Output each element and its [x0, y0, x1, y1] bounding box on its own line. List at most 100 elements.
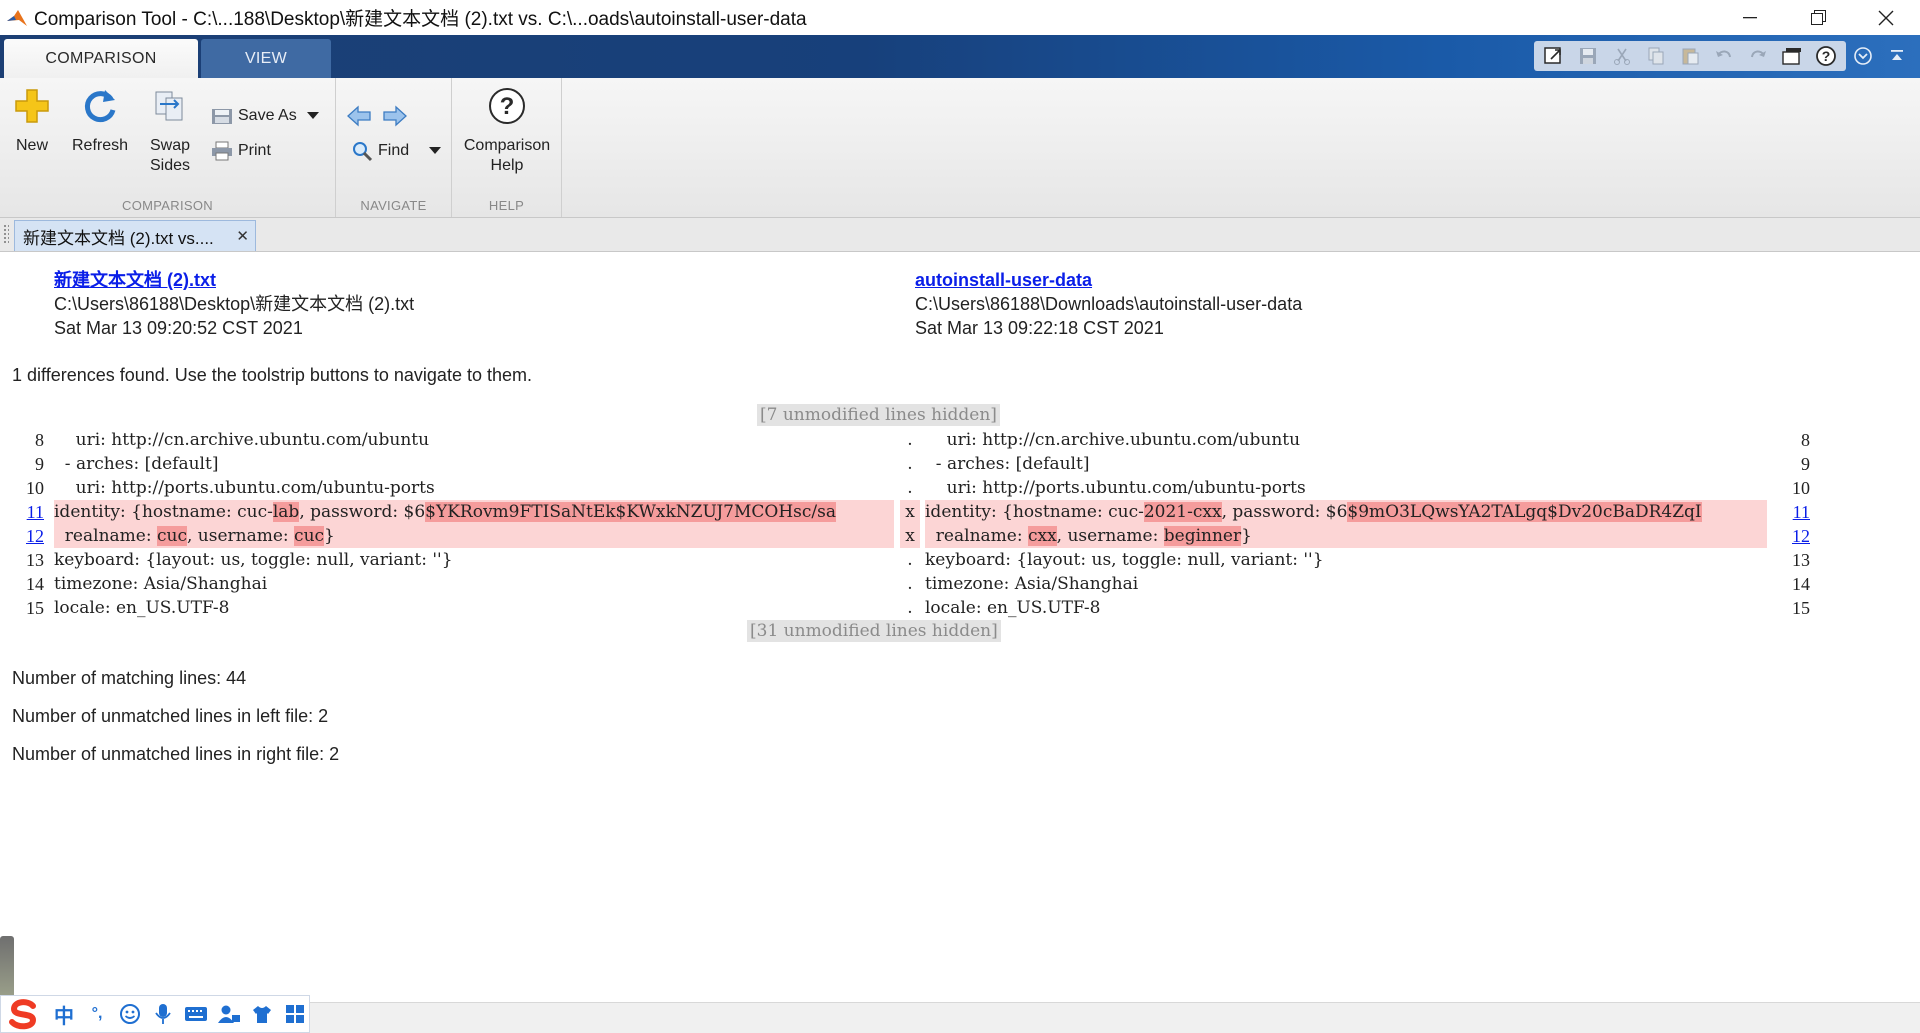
ribbon-toolstrip: New Refresh Swap Sides Save As Print COM…	[0, 78, 1920, 218]
qat-help-button[interactable]: ?	[1810, 43, 1842, 69]
qat-cut-button[interactable]	[1606, 43, 1638, 69]
drag-grip-icon[interactable]	[3, 224, 9, 244]
side-gauge	[0, 936, 14, 998]
previous-difference-button[interactable]	[346, 104, 372, 128]
ime-punctuation-toggle[interactable]: °,	[85, 1002, 109, 1026]
print-button[interactable]: Print	[210, 140, 271, 162]
left-line-number: 8	[35, 430, 44, 450]
cut-icon	[1614, 48, 1630, 65]
diff-row: 15 locale: en_US.UTF-8 . locale: en_US.U…	[0, 596, 1920, 620]
hidden-lines-top[interactable]: [7 unmodified lines hidden]	[757, 404, 1000, 426]
tab-view[interactable]: VIEW	[201, 39, 331, 78]
quick-access-toolbar: ?	[1534, 41, 1914, 71]
tab-comparison[interactable]: COMPARISON	[4, 39, 198, 78]
close-tab-icon[interactable]: ✕	[236, 227, 249, 245]
save-as-icon	[212, 109, 232, 124]
save-as-button[interactable]: Save As	[210, 105, 319, 127]
dock-icon	[1544, 47, 1561, 64]
refresh-label: Refresh	[71, 137, 129, 154]
changed-segment: cuc	[294, 526, 325, 546]
changed-segment: beginner	[1163, 526, 1242, 546]
ime-language-toggle[interactable]: 中	[52, 1002, 76, 1028]
left-file-link[interactable]: 新建文本文档 (2).txt	[54, 270, 216, 290]
ime-toolbar: 中 °,	[0, 995, 310, 1033]
plus-icon	[15, 89, 49, 123]
new-button[interactable]: New	[6, 84, 58, 156]
qat-redo-button[interactable]	[1742, 43, 1774, 69]
differences-summary: 1 differences found. Use the toolstrip b…	[12, 365, 532, 385]
qat-switch-windows-button[interactable]	[1776, 43, 1808, 69]
left-line-text: keyboard: {layout: us, toggle: null, var…	[54, 550, 453, 570]
arrow-left-icon	[347, 105, 371, 127]
qat-dock-button[interactable]	[1538, 43, 1570, 69]
close-window-button[interactable]	[1852, 0, 1920, 35]
mismatch-marker: x	[900, 500, 920, 524]
right-line-text: locale: en_US.UTF-8	[925, 598, 1101, 618]
navigate-group: Find NAVIGATE	[336, 78, 452, 217]
diff-row: 13 keyboard: {layout: us, toggle: null, …	[0, 548, 1920, 572]
refresh-button[interactable]: Refresh	[64, 84, 136, 156]
left-line-text: timezone: Asia/Shanghai	[54, 574, 268, 594]
diff-row-changed: 12 realname: cuc, username: cuc} x realn…	[0, 524, 1920, 548]
text-segment: realname:	[54, 526, 157, 546]
comparison-help-button[interactable]: ? Comparison Help	[452, 84, 562, 176]
swap-sides-button[interactable]: Swap Sides	[142, 84, 198, 176]
match-marker: .	[907, 478, 913, 498]
skin-shirt-icon[interactable]	[250, 1002, 274, 1026]
refresh-icon	[84, 90, 116, 123]
keyboard-icon[interactable]	[184, 1002, 208, 1026]
new-label: New	[15, 137, 48, 154]
left-line-number-link[interactable]: 12	[4, 524, 44, 548]
qat-undo-button[interactable]	[1708, 43, 1740, 69]
match-marker: .	[907, 430, 913, 450]
right-line-number: 10	[1792, 478, 1810, 498]
left-line-text: locale: en_US.UTF-8	[54, 598, 230, 618]
right-line-number: 8	[1801, 430, 1810, 450]
toolbox-grid-icon[interactable]	[283, 1002, 307, 1026]
right-line-text: uri: http://cn.archive.ubuntu.com/ubuntu	[925, 430, 1301, 450]
comparison-group: New Refresh Swap Sides Save As Print COM…	[0, 78, 336, 217]
document-tab-bar: 新建文本文档 (2).txt vs.... ✕	[0, 218, 1920, 252]
microphone-icon[interactable]	[151, 1002, 175, 1026]
next-difference-button[interactable]	[382, 104, 408, 128]
navigate-group-label: NAVIGATE	[360, 198, 427, 213]
find-button[interactable]: Find	[350, 140, 442, 162]
hidden-lines-bottom[interactable]: [31 unmodified lines hidden]	[747, 620, 1001, 642]
unmatched-left-count: Number of unmatched lines in left file: …	[12, 706, 329, 726]
collapse-up-icon	[1891, 50, 1903, 60]
emoji-icon[interactable]	[118, 1002, 142, 1026]
changed-segment: 2021-cxx	[1143, 502, 1222, 522]
sogou-logo-icon[interactable]	[5, 997, 43, 1031]
qat-options-button[interactable]	[1846, 43, 1880, 69]
right-file-link[interactable]: autoinstall-user-data	[915, 270, 1092, 290]
text-segment: }	[1241, 526, 1252, 546]
diff-row: 8 uri: http://cn.archive.ubuntu.com/ubun…	[0, 428, 1920, 452]
left-line-number: 15	[26, 598, 44, 618]
svg-text:?: ?	[1822, 48, 1831, 64]
printer-icon	[212, 141, 232, 161]
chevron-down-circle-icon	[1854, 47, 1872, 65]
match-marker: .	[907, 598, 913, 618]
qat-paste-button[interactable]	[1674, 43, 1706, 69]
mismatch-marker: x	[900, 524, 920, 548]
svg-text:?: ?	[500, 93, 515, 120]
user-center-icon[interactable]	[217, 1002, 241, 1026]
restore-button[interactable]	[1784, 0, 1852, 35]
caret-down-icon	[429, 147, 442, 154]
qat-copy-button[interactable]	[1640, 43, 1672, 69]
right-line-text: uri: http://ports.ubuntu.com/ubuntu-port…	[925, 478, 1306, 498]
right-file-date: Sat Mar 13 09:22:18 CST 2021	[915, 318, 1164, 338]
left-line-number-link[interactable]: 11	[4, 500, 44, 524]
left-line-number: 10	[26, 478, 44, 498]
minimize-button[interactable]	[1716, 0, 1784, 35]
right-line-number-link[interactable]: 12	[1770, 524, 1810, 548]
right-line-number-link[interactable]: 11	[1770, 500, 1810, 524]
collapse-ribbon-button[interactable]	[1880, 43, 1914, 69]
right-line-text: keyboard: {layout: us, toggle: null, var…	[925, 550, 1324, 570]
text-segment: identity: {hostname: cuc-	[925, 502, 1144, 522]
restore-icon	[1810, 10, 1826, 25]
document-tab[interactable]: 新建文本文档 (2).txt vs.... ✕	[14, 220, 256, 251]
right-line-text: identity: {hostname: cuc-2021-cxx, passw…	[925, 500, 1767, 524]
swap-sides-icon	[155, 91, 183, 121]
qat-save-button[interactable]	[1572, 43, 1604, 69]
